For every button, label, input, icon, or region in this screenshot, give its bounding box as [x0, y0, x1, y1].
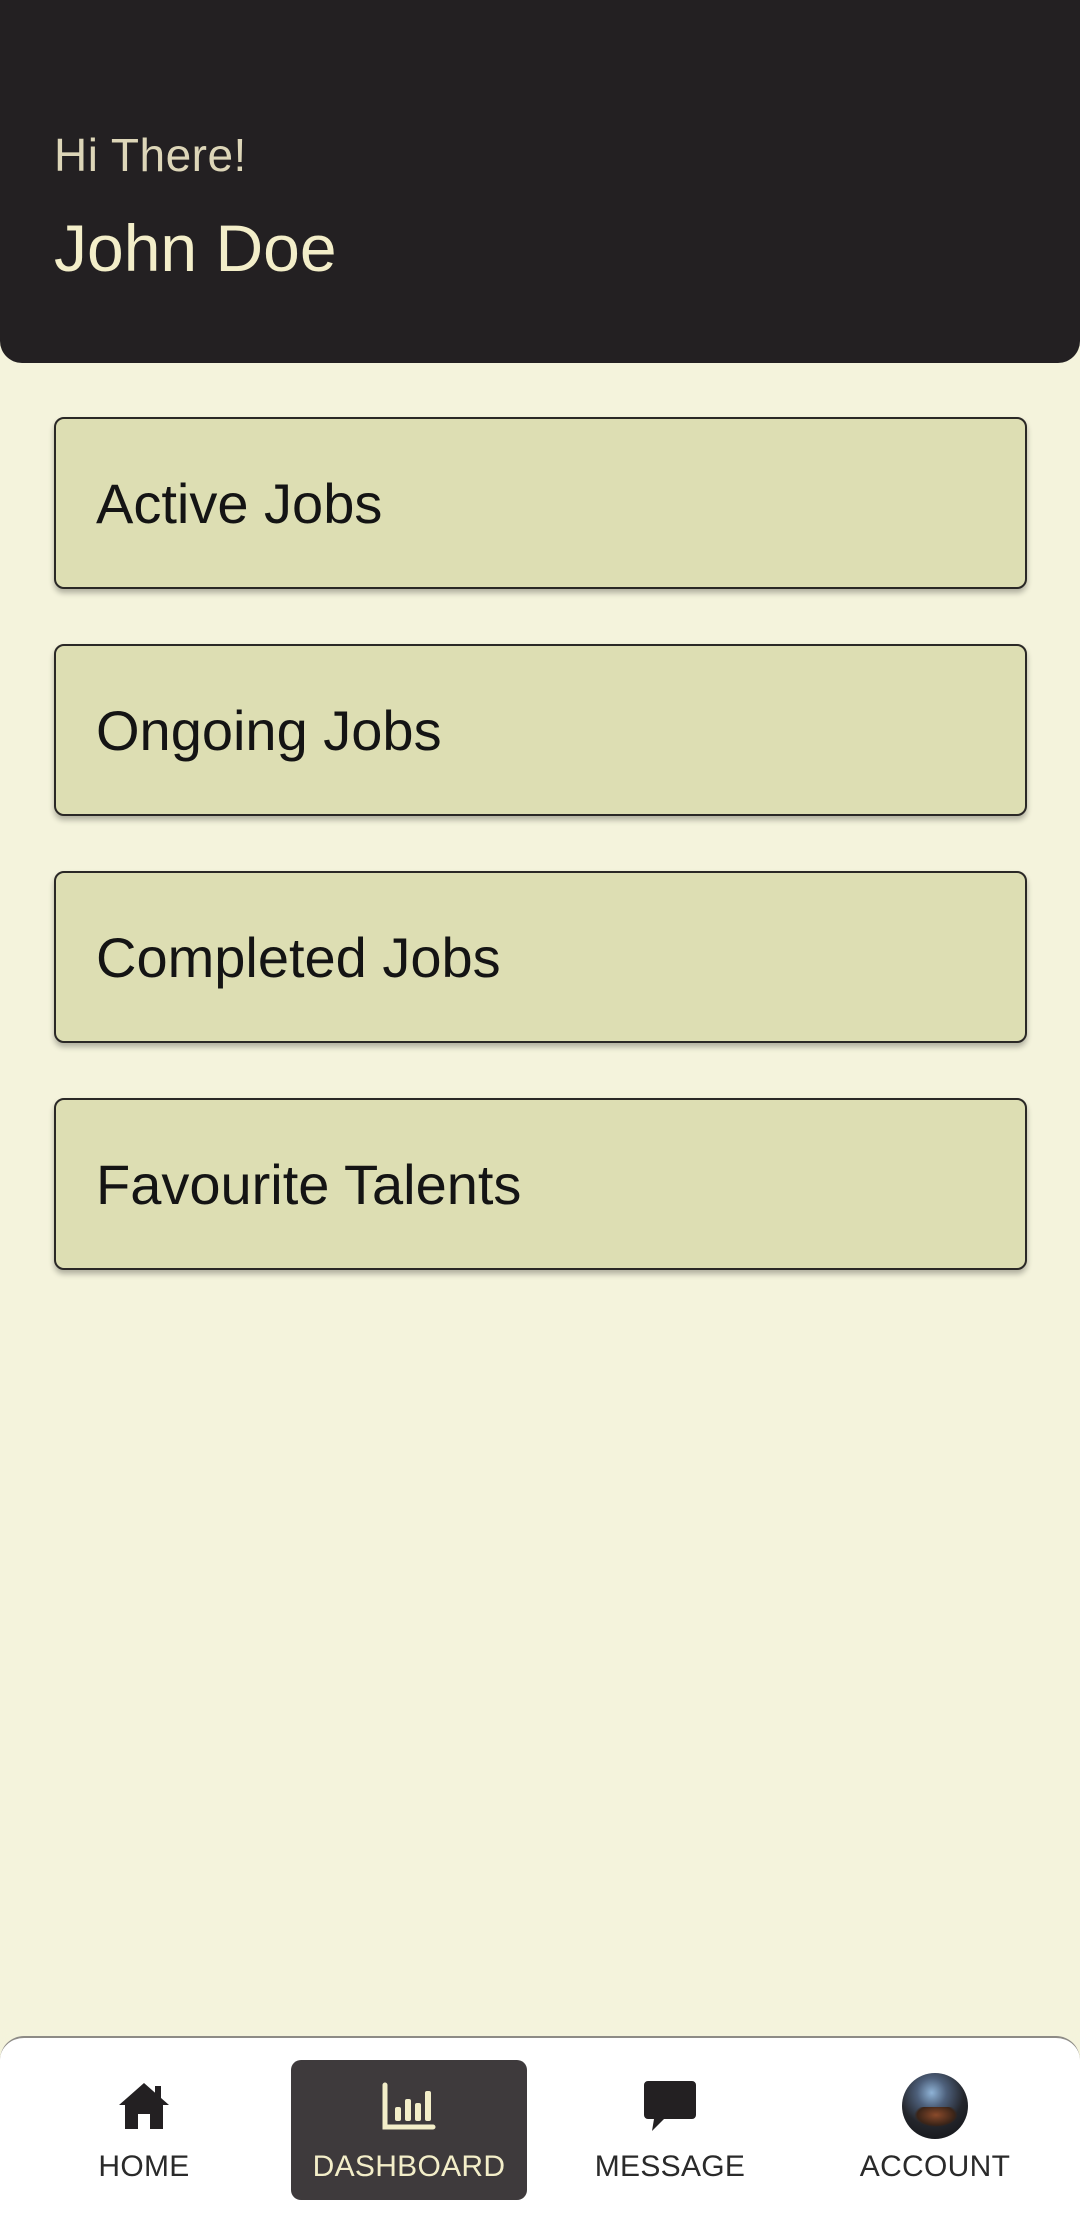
- home-icon: [116, 2074, 172, 2138]
- ongoing-jobs-card[interactable]: Ongoing Jobs: [54, 644, 1027, 816]
- bottom-navigation: HOME DASHBOARD MESSAGE ACCOUNT: [0, 2036, 1080, 2218]
- nav-item-home[interactable]: HOME: [54, 2060, 234, 2200]
- nav-label-home: HOME: [98, 2150, 190, 2183]
- greeting-text: Hi There!: [54, 129, 247, 181]
- nav-item-account[interactable]: ACCOUNT: [845, 2060, 1025, 2200]
- avatar: [902, 2073, 968, 2139]
- nav-label-account: ACCOUNT: [859, 2150, 1011, 2183]
- card-label: Active Jobs: [96, 471, 383, 535]
- bar-chart-icon: [381, 2074, 437, 2138]
- header: Hi There! John Doe: [0, 0, 1080, 363]
- dashboard-card-list: Active Jobs Ongoing Jobs Completed Jobs …: [54, 417, 1027, 1325]
- user-name: John Doe: [54, 211, 337, 285]
- message-icon: [642, 2074, 698, 2138]
- card-label: Favourite Talents: [96, 1152, 522, 1216]
- card-label: Ongoing Jobs: [96, 698, 442, 762]
- avatar-wrap: [902, 2073, 968, 2139]
- nav-label-message: MESSAGE: [594, 2150, 746, 2183]
- app-screen: Hi There! John Doe Active Jobs Ongoing J…: [0, 0, 1080, 2218]
- active-jobs-card[interactable]: Active Jobs: [54, 417, 1027, 589]
- card-label: Completed Jobs: [96, 925, 501, 989]
- favourite-talents-card[interactable]: Favourite Talents: [54, 1098, 1027, 1270]
- nav-item-message[interactable]: MESSAGE: [580, 2060, 760, 2200]
- nav-item-dashboard[interactable]: DASHBOARD: [291, 2060, 527, 2200]
- completed-jobs-card[interactable]: Completed Jobs: [54, 871, 1027, 1043]
- nav-label-dashboard: DASHBOARD: [312, 2150, 506, 2183]
